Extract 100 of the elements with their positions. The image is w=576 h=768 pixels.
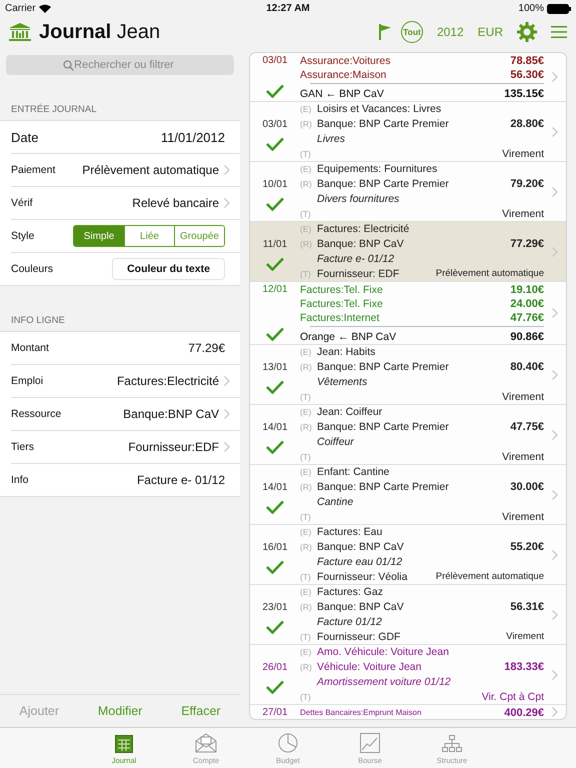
settings-icon[interactable] [517,22,537,42]
payment-method: Vir. Cpt à Cpt [482,690,544,703]
entry-date: 16/01 [262,542,288,553]
resource-account: Banque: BNP CaV [317,541,404,554]
journal-entry[interactable]: 14/01 (E) Jean: Coiffeur (R) Banque: BNP Carte Premier 47.75€ Coiffeur (T) Virement [250,405,566,465]
bank-icon[interactable] [9,23,31,41]
field-value[interactable]: Relevé bancaire [132,196,219,210]
total-amount: 90.86€ [510,330,544,342]
chevron-icon [552,430,558,440]
entry-payee: Fournisseur: EDF [317,268,400,280]
split-account: Assurance:Maison [300,68,386,80]
journal-entry[interactable]: 12/01 Factures:Tel. Fixe 19.10€ Factures:Tel. Fixe 24.00€ Factures:Internet 47.76€ Orange ← BNP CaV 90.86€ [250,282,566,345]
expense-account: Factures: Electricité [317,223,410,236]
line-marker: (E) [300,527,312,538]
split-amount: 47.76€ [510,312,544,324]
line-marker: (T) [300,148,312,159]
entry-payee: Fournisseur: Véolia [317,570,408,583]
split-account: Factures:Tel. Fixe [300,284,383,296]
chevron-icon [224,198,230,208]
line-marker: (E) [300,647,312,658]
search-field[interactable]: Rechercher ou filtrer [6,55,234,75]
split-account: Factures:Internet [300,312,380,324]
line-marker: (T) [300,268,312,279]
payment-method: Prélèvement automatique [436,571,544,582]
line-marker: (R) [300,362,313,372]
wifi-icon [38,4,51,13]
section-header: ENTRÉE JOURNAL [10,102,98,117]
journal-entry[interactable]: 03/01 Assurance:Voitures 78.85€ Assurance:Maison 56.30€ GAN ← BNP CaV 135.15€ [250,53,566,102]
entry-amount: 56.31€ [510,601,544,614]
battery-icon [547,4,571,14]
payment-method: Virement [502,510,544,523]
line-marker: (T) [300,452,312,462]
split-amount: 78.85€ [510,54,544,66]
transfer-label: GAN ← BNP CaV [300,88,384,100]
line-marker: (R) [300,239,313,250]
flag-icon[interactable] [378,24,391,40]
split-account: Factures:Tel. Fixe [300,298,383,310]
journal-entry[interactable]: 26/01 (E) Amo. Véhicule: Voiture Jean (R) Véhicule: Voiture Jean 183.33€ Amortissement voiture 01/12 (T) Vir. Cpt à Cpt [250,645,566,705]
journal-entry[interactable]: 27/01 Dettes Bancaires:Emprunt Maison 400.29€ [250,705,566,719]
field-label: Style [11,230,34,242]
field-label: Info [11,474,29,486]
payment-method: Prélèvement automatique [436,268,544,280]
entry-amount: 77.29€ [510,238,544,250]
line-chart-icon [360,733,380,753]
menu-icon[interactable] [551,26,567,38]
field-value[interactable]: Banque:BNP CaV [123,407,219,421]
resource-account: Banque: BNP CaV [317,238,404,250]
text-color-button[interactable]: Couleur du texte [112,258,225,280]
journal-entry[interactable]: 14/01 (E) Enfant: Cantine (R) Banque: BNP Carte Premier 30.00€ Cantine (T) Virement [250,465,566,525]
field-label: Montant [11,342,49,354]
chevron-icon [552,490,558,500]
field-value[interactable]: Factures:Electricité [116,374,219,388]
journal-entry[interactable]: 23/01 (E) Factures: Gaz (R) Banque: BNP CaV 56.31€ Facture 01/12 (T) Fournisseur: GDF Virement [250,585,566,645]
entry-memo: Divers fournitures [317,192,400,205]
line-marker: (T) [300,572,312,582]
entry-date: 03/01 [262,55,288,66]
entry-date: 10/01 [262,179,288,190]
entry-memo: Facture e- 01/12 [317,252,394,265]
field-label: Couleurs [11,263,54,275]
chevron-icon [552,670,558,680]
style-segment[interactable]: Simple [74,226,124,246]
chevron-icon [552,610,558,620]
journal-entry[interactable]: 03/01 (E) Loisirs et Vacances: Livres (R) Banque: BNP Carte Premier 28.80€ Livres (T) Virement [250,102,566,162]
field-label: Ressource [11,408,62,420]
entry-memo: Coiffeur [317,436,354,448]
field-value[interactable]: Fournisseur:EDF [128,440,219,454]
search-icon [63,60,74,71]
expense-account: Loisirs et Vacances: Livres [317,103,442,116]
entry-memo: Livres [317,132,346,145]
entry-amount: 47.75€ [510,421,544,434]
field-label: Tiers [11,441,34,453]
split-amount: 400.29€ [504,706,544,718]
section-header: INFO LIGNE [10,314,66,328]
envelope-icon [195,733,217,753]
battery-percent: 100% [518,3,544,14]
entry-memo: Facture 01/12 [317,616,382,628]
entry-date: 23/01 [262,602,288,613]
journal-entry[interactable]: 11/01 (E) Factures: Electricité (R) Banque: BNP CaV 77.29€ Facture e- 01/12 (T) Fournisseur: EDF Prélèvement automatique [250,222,566,282]
chevron-icon [552,72,558,82]
payment-method: Virement [502,390,544,403]
carrier-label: Carrier [5,3,36,14]
line-marker: (T) [300,692,312,702]
entry-amount: 28.80€ [510,118,544,130]
entry-memo: Facture eau 01/12 [317,556,402,568]
field-value: 11/01/2012 [160,130,225,144]
journal-entry[interactable]: 16/01 (E) Factures: Eau (R) Banque: BNP CaV 55.20€ Facture eau 01/12 (T) Fournisseur: Véolia Prélèvement automatique [250,525,566,585]
entry-payee: Fournisseur: GDF [317,630,400,643]
entry-memo: Cantine [317,496,354,508]
entry-date: 27/01 [262,707,288,718]
line-marker: (E) [300,224,312,234]
entry-amount: 79.20€ [510,178,544,190]
chevron-icon [552,370,558,380]
resource-account: Banque: BNP Carte Premier [317,118,449,130]
journal-entry[interactable]: 13/01 (E) Jean: Habits (R) Banque: BNP Carte Premier 80.40€ Vêtements (T) Virement [250,345,566,405]
entry-amount: 183.33€ [504,661,544,674]
line-marker: (R) [300,542,313,552]
resource-account: Banque: BNP Carte Premier [317,361,449,374]
entry-date: 03/01 [262,119,288,130]
entry-amount: 55.20€ [510,541,544,554]
field-value[interactable]: Prélèvement automatique [82,163,219,177]
